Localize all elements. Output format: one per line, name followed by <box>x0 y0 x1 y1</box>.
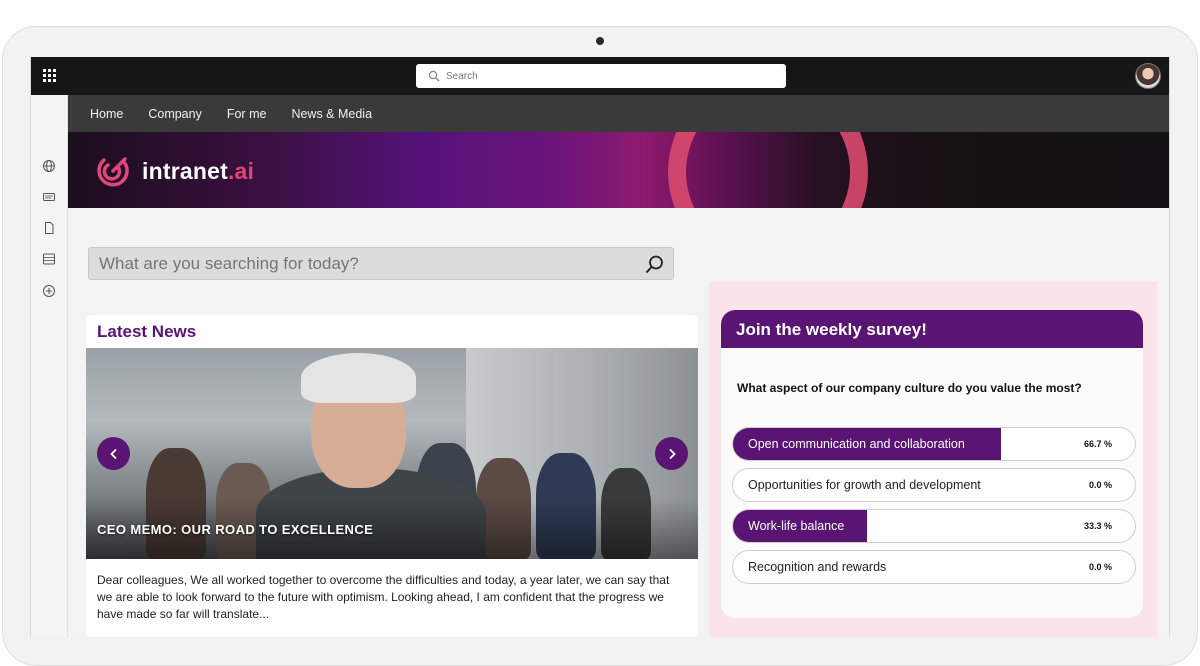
banner-decoration <box>668 132 868 208</box>
app-screen: Home Company For me News & Media intrane… <box>30 57 1170 637</box>
carousel-prev-button[interactable] <box>97 437 130 470</box>
globe-icon[interactable] <box>42 159 56 173</box>
brand-logo[interactable]: intranet.ai <box>94 152 254 190</box>
camera-dot <box>596 37 604 45</box>
survey-option-label: Work-life balance <box>748 519 845 533</box>
nav-for-me[interactable]: For me <box>227 107 267 121</box>
carousel-next-button[interactable] <box>655 437 688 470</box>
add-circle-icon[interactable] <box>42 284 56 298</box>
survey-title: Join the weekly survey! <box>721 310 1143 348</box>
survey-option-label: Opportunities for growth and development <box>748 478 981 492</box>
top-search-box[interactable] <box>416 64 786 88</box>
image-person-hair <box>301 353 416 403</box>
avatar[interactable] <box>1135 63 1161 89</box>
survey-option-percent: 66.7 % <box>1083 439 1112 449</box>
target-logo-icon <box>97 157 129 187</box>
hero-search-box[interactable] <box>88 247 674 280</box>
survey-option[interactable]: Opportunities for growth and development… <box>732 468 1136 502</box>
chevron-left-icon <box>109 448 117 459</box>
survey-question: What aspect of our company culture do yo… <box>737 381 1082 395</box>
card-icon[interactable] <box>42 190 56 204</box>
survey-card: Join the weekly survey! What aspect of o… <box>721 310 1143 618</box>
news-section-title: Latest News <box>97 322 197 341</box>
survey-option[interactable]: Work-life balance 33.3 % <box>732 509 1136 543</box>
survey-option[interactable]: Open communication and collaboration 66.… <box>732 427 1136 461</box>
top-bar <box>31 57 1169 95</box>
survey-option-label: Recognition and rewards <box>748 560 887 574</box>
list-icon[interactable] <box>42 252 56 266</box>
brand-name: intranet.ai <box>142 158 254 185</box>
hero-search-input[interactable] <box>99 253 629 274</box>
nav-news-media[interactable]: News & Media <box>291 107 372 121</box>
survey-option[interactable]: Recognition and rewards 0.0 % <box>732 550 1136 584</box>
chevron-right-icon <box>668 448 676 459</box>
survey-option-percent: 0.0 % <box>1088 480 1112 490</box>
survey-option-percent: 33.3 % <box>1083 521 1112 531</box>
top-search-input[interactable] <box>446 70 746 82</box>
news-headline[interactable]: CEO MEMO: OUR ROAD TO EXCELLENCE <box>97 522 373 537</box>
nav-home[interactable]: Home <box>90 107 123 121</box>
app-launcher-icon[interactable] <box>43 69 57 83</box>
search-icon[interactable] <box>644 254 665 275</box>
survey-option-label: Open communication and collaboration <box>748 437 965 451</box>
brand-name-main: intranet <box>142 157 228 184</box>
news-hero-image[interactable]: CEO MEMO: OUR ROAD TO EXCELLENCE <box>86 348 698 559</box>
survey-option-percent: 0.0 % <box>1088 562 1112 572</box>
brand-name-suffix: .ai <box>227 157 255 184</box>
news-excerpt: Dear colleagues, We all worked together … <box>97 573 670 621</box>
main-nav: Home Company For me News & Media <box>68 95 1169 132</box>
hero-banner: intranet.ai <box>68 132 1169 208</box>
left-rail <box>31 95 68 637</box>
search-icon <box>428 70 440 82</box>
document-icon[interactable] <box>42 221 56 235</box>
nav-company[interactable]: Company <box>148 107 202 121</box>
latest-news-card: Latest News CEO MEMO: OUR ROAD TO EXCELL… <box>86 315 698 637</box>
